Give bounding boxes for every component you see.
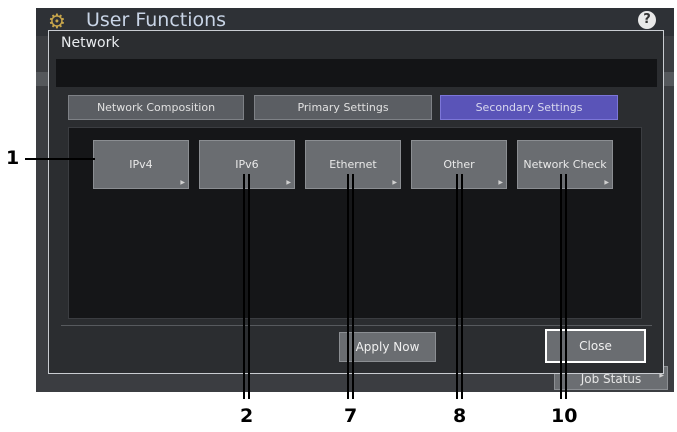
header-title: User Functions	[86, 9, 227, 31]
callout-number: 2	[240, 405, 254, 427]
message-bar	[56, 59, 657, 87]
callout-number: 1	[6, 147, 20, 169]
callout-line-2b	[248, 174, 250, 399]
ipv6-label: IPv6	[235, 158, 259, 171]
network-dialog: Network Network Composition Primary Sett…	[48, 30, 664, 374]
corner-arrow-icon: ▶	[604, 179, 609, 186]
divider	[61, 325, 652, 326]
tab-secondary-settings[interactable]: Secondary Settings	[440, 95, 618, 120]
callout-line-7b	[352, 174, 354, 399]
ipv4-button[interactable]: IPv4 ▶	[93, 140, 189, 189]
ipv4-label: IPv4	[129, 158, 153, 171]
corner-arrow-icon: ▶	[392, 179, 397, 186]
callout-line-7	[347, 174, 349, 399]
corner-arrow-icon: ▶	[498, 179, 503, 186]
callout-line-8b	[461, 174, 463, 399]
corner-arrow-icon: ▶	[180, 179, 185, 186]
other-button[interactable]: Other ▶	[411, 140, 507, 189]
gear-icon: ⚙	[48, 9, 66, 33]
network-check-label: Network Check	[523, 158, 607, 171]
callout-line-8	[456, 174, 458, 399]
ethernet-label: Ethernet	[329, 158, 377, 171]
ipv6-button[interactable]: IPv6 ▶	[199, 140, 295, 189]
corner-arrow-icon: ▶	[286, 179, 291, 186]
tab-primary-settings[interactable]: Primary Settings	[254, 95, 432, 120]
callout-number: 7	[344, 405, 358, 427]
dialog-title: Network	[61, 35, 120, 51]
tab-network-composition[interactable]: Network Composition	[68, 95, 244, 120]
callout-line-2	[243, 174, 245, 399]
callout-number: 8	[453, 405, 467, 427]
callout-line-10	[560, 174, 562, 399]
callout-line-1	[25, 158, 95, 160]
other-label: Other	[443, 158, 475, 171]
callout-number: 10	[551, 405, 578, 427]
callout-line-10b	[565, 174, 567, 399]
help-icon[interactable]: ?	[638, 11, 656, 29]
job-status-label: Job Status	[580, 372, 642, 386]
